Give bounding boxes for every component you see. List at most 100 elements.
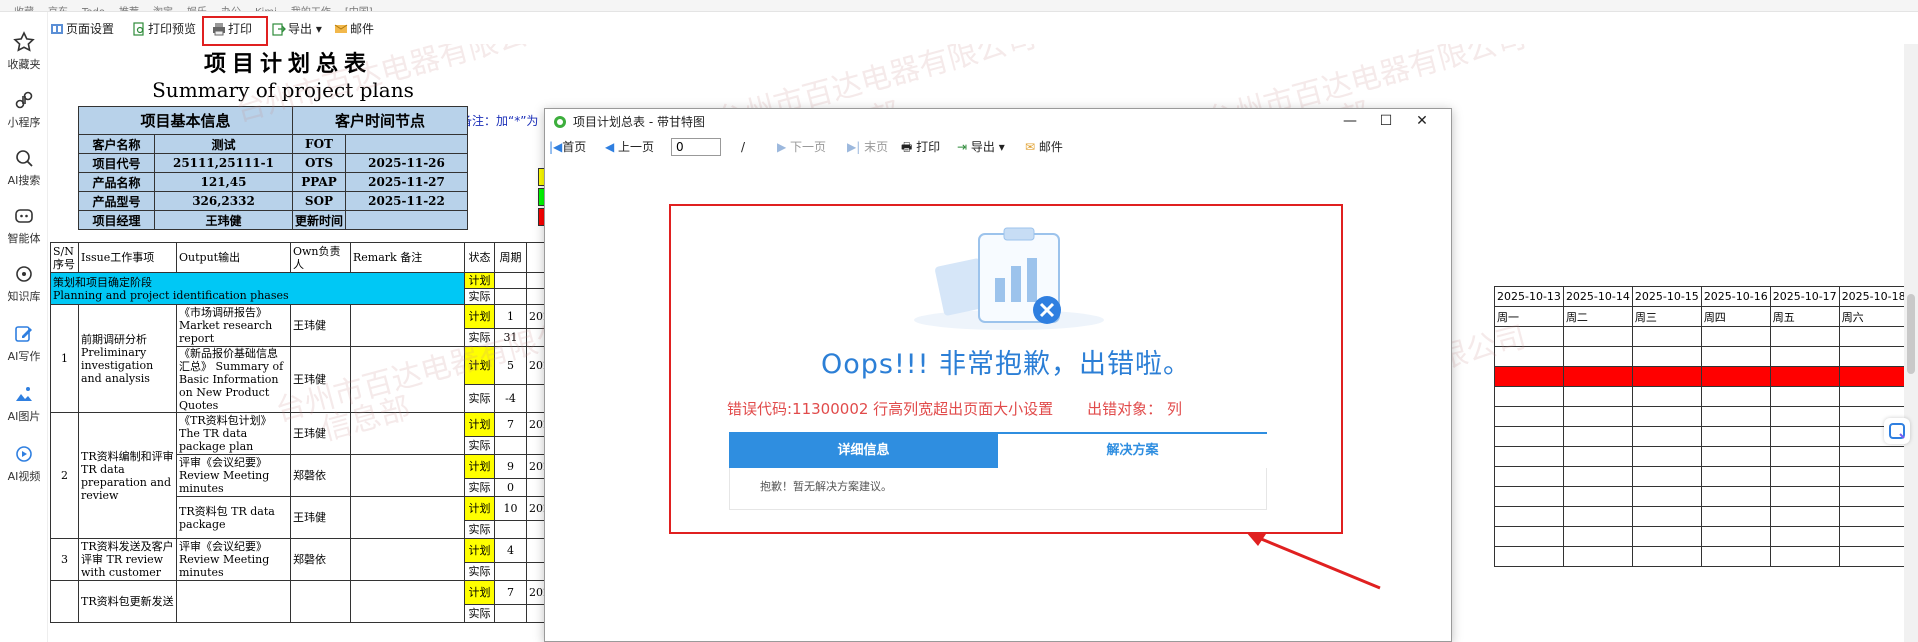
gantt-cell [1562, 406, 1633, 427]
prev-page-icon: ◀ [605, 140, 619, 154]
scrollbar-thumb[interactable] [1907, 294, 1915, 374]
gantt-cell [1700, 526, 1771, 547]
sidebar-item-mini-program[interactable]: 小程序 [0, 88, 48, 130]
report-title-cn: 项目计划总表 [203, 51, 372, 77]
info-row: 项目代号 25111,25111-1 OTS 2025-11-26 [78, 153, 469, 173]
info-cell: 客户名称 [78, 134, 155, 154]
gantt-cell [1769, 526, 1840, 547]
owner-cell: 王玮健 [290, 496, 351, 539]
owner-cell [290, 580, 351, 623]
gantt-cell [1700, 546, 1771, 567]
page-scrollbar[interactable] [1904, 44, 1918, 642]
gantt-cell [1769, 366, 1840, 387]
gantt-cell [1562, 326, 1633, 347]
next-page-button[interactable]: ▶ 下一页 [777, 137, 826, 157]
gantt-cell [1700, 486, 1771, 507]
sidebar-item-label: AI视频 [7, 470, 41, 483]
dialog-mail-button[interactable]: ✉ 邮件 [1025, 137, 1063, 157]
dialog-titlebar: 项目计划总表 - 带甘特图 — ☐ ✕ [545, 109, 1451, 133]
sidebar-item-ai-video[interactable]: AI视频 [0, 442, 48, 484]
tab-solution[interactable]: 解决方案 [998, 434, 1267, 468]
error-title: Oops!!! 非常抱歉，出错啦。 [820, 349, 1192, 380]
sidebar-item-agent[interactable]: 智能体 [0, 204, 48, 246]
info-cell: 2025-11-22 [345, 191, 469, 211]
gantt-cell [1838, 366, 1909, 387]
gantt-cell [1700, 426, 1771, 447]
sidebar-item-favorites[interactable]: 收藏夹 [0, 30, 48, 72]
sidebar-item-ai-search[interactable]: AI搜索 [0, 146, 48, 188]
mail-button[interactable]: 邮件 [332, 18, 374, 40]
gantt-row [1494, 466, 1918, 487]
bookmark-item[interactable]: Kimi [255, 8, 277, 12]
gantt-cell [1838, 346, 1909, 367]
issue-cell: 前期调研分析 Preliminary investigation and ana… [78, 304, 177, 413]
maximize-button[interactable]: ☐ [1371, 111, 1401, 131]
info-cell: 2025-11-27 [345, 172, 469, 192]
print-preview-button[interactable]: 打印预览 [130, 18, 196, 40]
gantt-cell [1494, 486, 1564, 507]
close-button[interactable]: ✕ [1407, 111, 1437, 131]
owner-cell: 王玮健 [290, 304, 351, 347]
dialog-print-button[interactable]: 🖶 打印 [901, 137, 940, 157]
bookmark-item[interactable]: 娱乐 [187, 8, 207, 12]
gantt-cell [1631, 506, 1702, 527]
gantt-cell [1494, 506, 1564, 527]
gantt-cell [1562, 426, 1633, 447]
status-actual: 实际 [464, 383, 495, 414]
dialog-export-label: 导出 [970, 140, 995, 154]
first-page-button[interactable]: |◀首页 [549, 137, 586, 157]
bookmark-item[interactable]: [中国] [345, 8, 373, 12]
dialog-export-button[interactable]: ⇥ 导出 ▾ [957, 137, 1005, 157]
gantt-row [1494, 506, 1918, 527]
cycle-cell: 4 [494, 538, 527, 563]
bookmark-item[interactable]: Todo [82, 8, 105, 12]
output-cell [176, 580, 291, 623]
sn-cell: 2 [50, 412, 79, 539]
info-cell: 产品型号 [78, 191, 155, 211]
sidebar-item-ai-write[interactable]: AI写作 [0, 322, 48, 364]
gantt-cell [1494, 426, 1564, 447]
chevron-down-icon: ▾ [994, 140, 1005, 154]
gantt-cell [1700, 406, 1771, 427]
gantt-cell [1562, 386, 1633, 407]
mail-label: 邮件 [350, 22, 375, 36]
gantt-date: 2025-10-16 [1700, 286, 1771, 307]
last-page-button[interactable]: ▶| 末页 [847, 137, 888, 157]
status-actual: 实际 [464, 436, 495, 455]
report-note: 备注：加“*”为 [460, 114, 539, 128]
page-setup-button[interactable]: 页面设置 [48, 18, 114, 40]
gantt-weekday: 周二 [1562, 306, 1633, 327]
gantt-cell [1700, 366, 1771, 387]
error-code-text: 错误代码:11300002 行高列宽超出页面大小设置 [727, 400, 1054, 418]
bookmark-item[interactable]: 京东 [48, 8, 68, 12]
gantt-cell [1631, 486, 1702, 507]
sidebar-item-label: 小程序 [7, 116, 41, 129]
bookmark-item[interactable]: 我的工作 [291, 8, 331, 12]
phase-title-en: Planning and project identification phas… [53, 288, 289, 302]
sidebar-item-ai-image[interactable]: AI图片 [0, 382, 48, 424]
owner-cell: 郑磬依 [290, 454, 351, 497]
gantt-cell [1769, 406, 1840, 427]
table-row: TR资料包更新发送 计划 7 202 [50, 580, 553, 623]
bookmark-item[interactable]: 办公 [221, 8, 241, 12]
sidebar-item-label: 智能体 [7, 232, 41, 245]
status-plan: 计划 [464, 538, 495, 563]
gantt-date: 2025-10-14 [1562, 286, 1633, 307]
bookmark-item[interactable]: 推荐 [119, 8, 139, 12]
page-number-input[interactable] [671, 138, 721, 156]
prev-page-button[interactable]: ◀ 上一页 [605, 137, 654, 157]
bookmark-item[interactable]: 淘宝 [153, 8, 173, 12]
cycle-cell [494, 272, 527, 289]
cycle-cell [494, 562, 527, 581]
remark-cell [350, 412, 465, 455]
gantt-cell [1769, 546, 1840, 567]
export-label: 导出 [288, 22, 313, 36]
status-actual: 实际 [464, 478, 495, 497]
sidebar-item-knowledge[interactable]: 知识库 [0, 262, 48, 304]
gantt-cell [1494, 326, 1564, 347]
floating-ai-button[interactable] [1884, 418, 1910, 444]
export-button[interactable]: 导出 ▾ [270, 18, 322, 40]
page-setup-label: 页面设置 [66, 22, 115, 36]
tab-detail[interactable]: 详细信息 [729, 434, 998, 468]
minimize-button[interactable]: — [1335, 111, 1365, 131]
